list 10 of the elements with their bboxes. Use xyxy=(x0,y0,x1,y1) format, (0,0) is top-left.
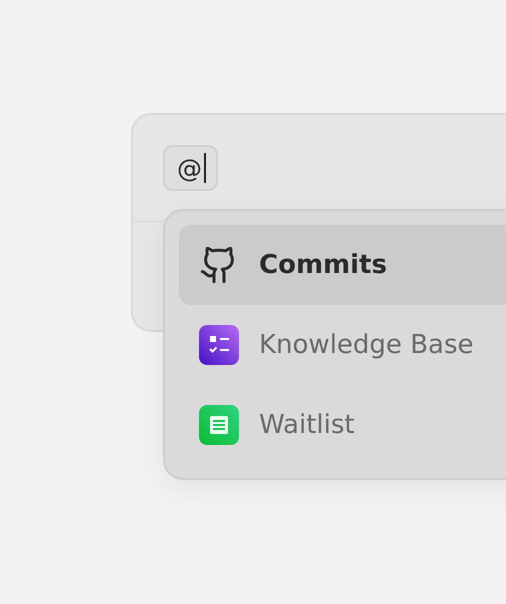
document-icon xyxy=(199,405,239,445)
item-label: Knowledge Base xyxy=(259,330,474,360)
checklist-icon xyxy=(199,325,239,365)
menu-item[interactable]: Knowledge Base xyxy=(179,305,506,385)
menu-item[interactable]: Waitlist xyxy=(179,385,506,465)
item-label: Commits xyxy=(259,250,387,280)
menu-item[interactable]: Commits xyxy=(179,225,506,305)
text-caret xyxy=(204,153,206,183)
mention-chip[interactable]: @ xyxy=(163,145,218,191)
item-label: Waitlist xyxy=(259,410,355,440)
